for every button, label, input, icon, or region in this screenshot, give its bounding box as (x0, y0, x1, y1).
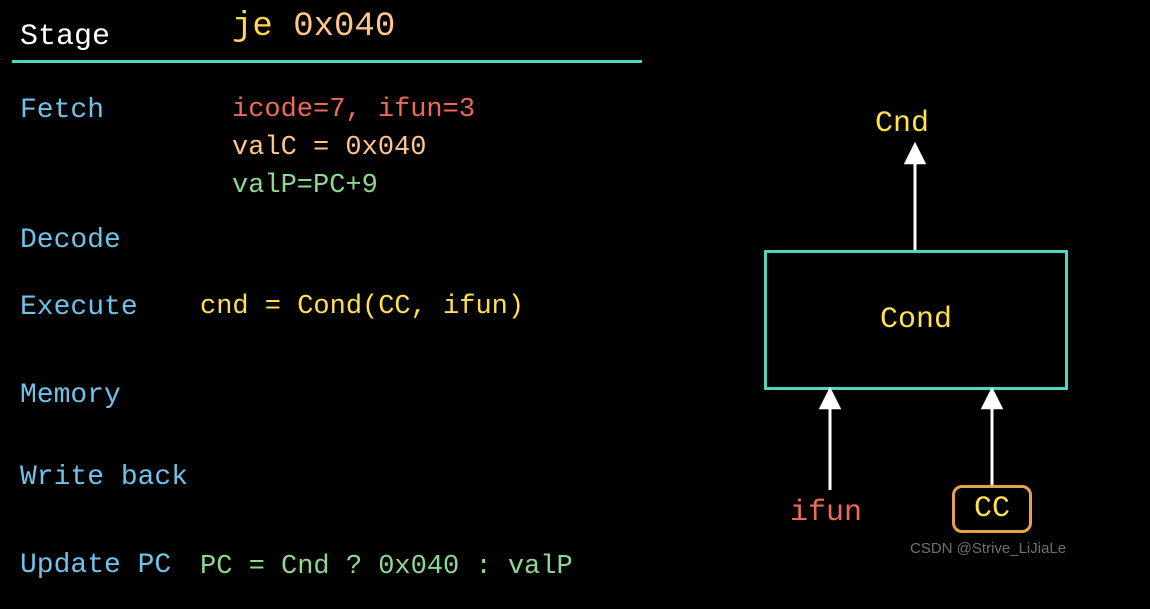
column-header-stage: Stage (20, 20, 110, 54)
fetch-valc: valC = 0x040 (232, 133, 426, 163)
diagram-input-cc-label: CC (974, 492, 1010, 526)
instr-mnemonic: je (232, 8, 273, 46)
stage-memory: Memory (20, 380, 121, 411)
cond-block: Cond (764, 250, 1068, 390)
stage-write-back: Write back (20, 462, 188, 493)
stage-decode: Decode (20, 225, 121, 256)
arrow-up-cc-icon (972, 390, 1012, 490)
fetch-valp: valP=PC+9 (232, 171, 378, 201)
execute-cnd: cnd = Cond(CC, ifun) (200, 292, 524, 322)
arrow-up-icon (895, 145, 935, 255)
watermark: CSDN @Strive_LiJiaLe (910, 540, 1066, 557)
diagram-output-cnd: Cnd (875, 107, 929, 141)
diagram-input-ifun: ifun (790, 496, 862, 530)
cond-block-label: Cond (880, 303, 952, 337)
instr-address: 0x040 (293, 8, 395, 46)
cond-diagram: Cnd Cond ifun CC CSDN @Strive_LiJiaLe (740, 90, 1140, 590)
stage-fetch: Fetch (20, 95, 104, 126)
arrow-up-ifun-icon (810, 390, 850, 500)
fetch-icode-ifun: icode=7, ifun=3 (232, 95, 475, 125)
update-pc-expr: PC = Cnd ? 0x040 : valP (200, 552, 573, 582)
header-underline (12, 60, 642, 63)
stage-update-pc: Update PC (20, 550, 171, 581)
instruction: je 0x040 (232, 8, 395, 46)
diagram-input-cc-box: CC (952, 485, 1032, 533)
stage-execute: Execute (20, 292, 138, 323)
